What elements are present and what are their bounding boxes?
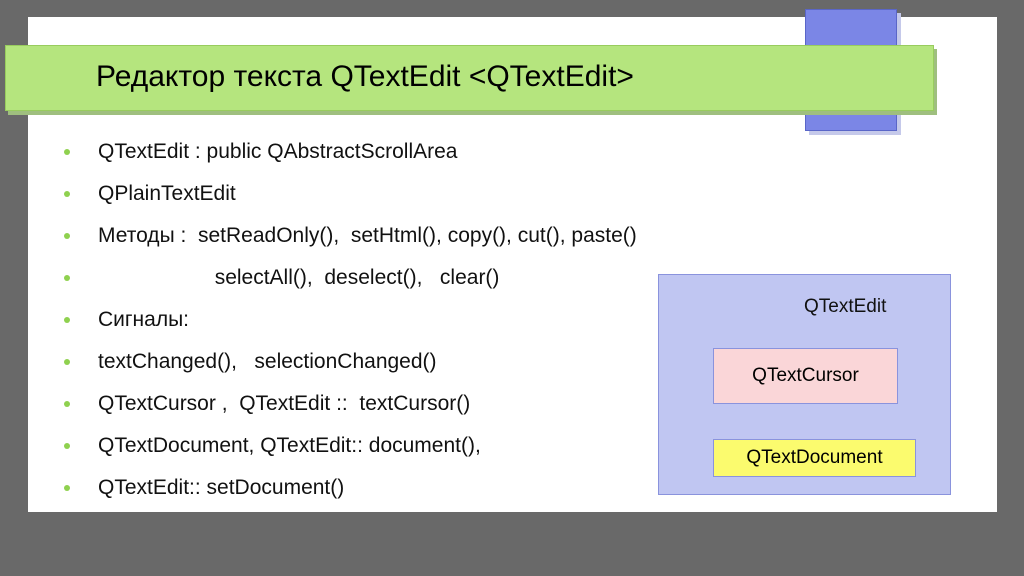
bullet-icon [64,485,70,491]
bullet-icon [64,401,70,407]
qtextedit-label: QTextEdit [804,296,887,317]
list-item: textChanged(), selectionChanged() [98,350,437,373]
list-item: QTextEdit : public QAbstractScrollArea [98,140,458,163]
qtextdocument-box: QTextDocument [713,439,916,477]
qtextedit-diagram: QTextEdit QTextCursor QTextDocument [658,274,951,495]
bullet-icon [64,233,70,239]
bullet-icon [64,275,70,281]
bullet-icon [64,317,70,323]
list-item: QTextCursor , QTextEdit :: textCursor() [98,392,471,415]
list-item: selectAll(), deselect(), clear() [98,266,500,289]
list-item: QTextEdit:: setDocument() [98,476,345,499]
qtextcursor-box: QTextCursor [713,348,898,404]
slide-title: Редактор текста QTextEdit <QTextEdit> [96,60,634,93]
bullet-icon [64,191,70,197]
list-item: QTextDocument, QTextEdit:: document(), [98,434,481,457]
list-item: Сигналы: [98,308,190,331]
list-item: QPlainTextEdit [98,182,236,205]
list-item: Методы : setReadOnly(), setHtml(), copy(… [98,224,637,247]
bullet-icon [64,149,70,155]
title-bar: Редактор текста QTextEdit <QTextEdit> [5,45,934,111]
bullet-icon [64,443,70,449]
bullet-icon [64,359,70,365]
